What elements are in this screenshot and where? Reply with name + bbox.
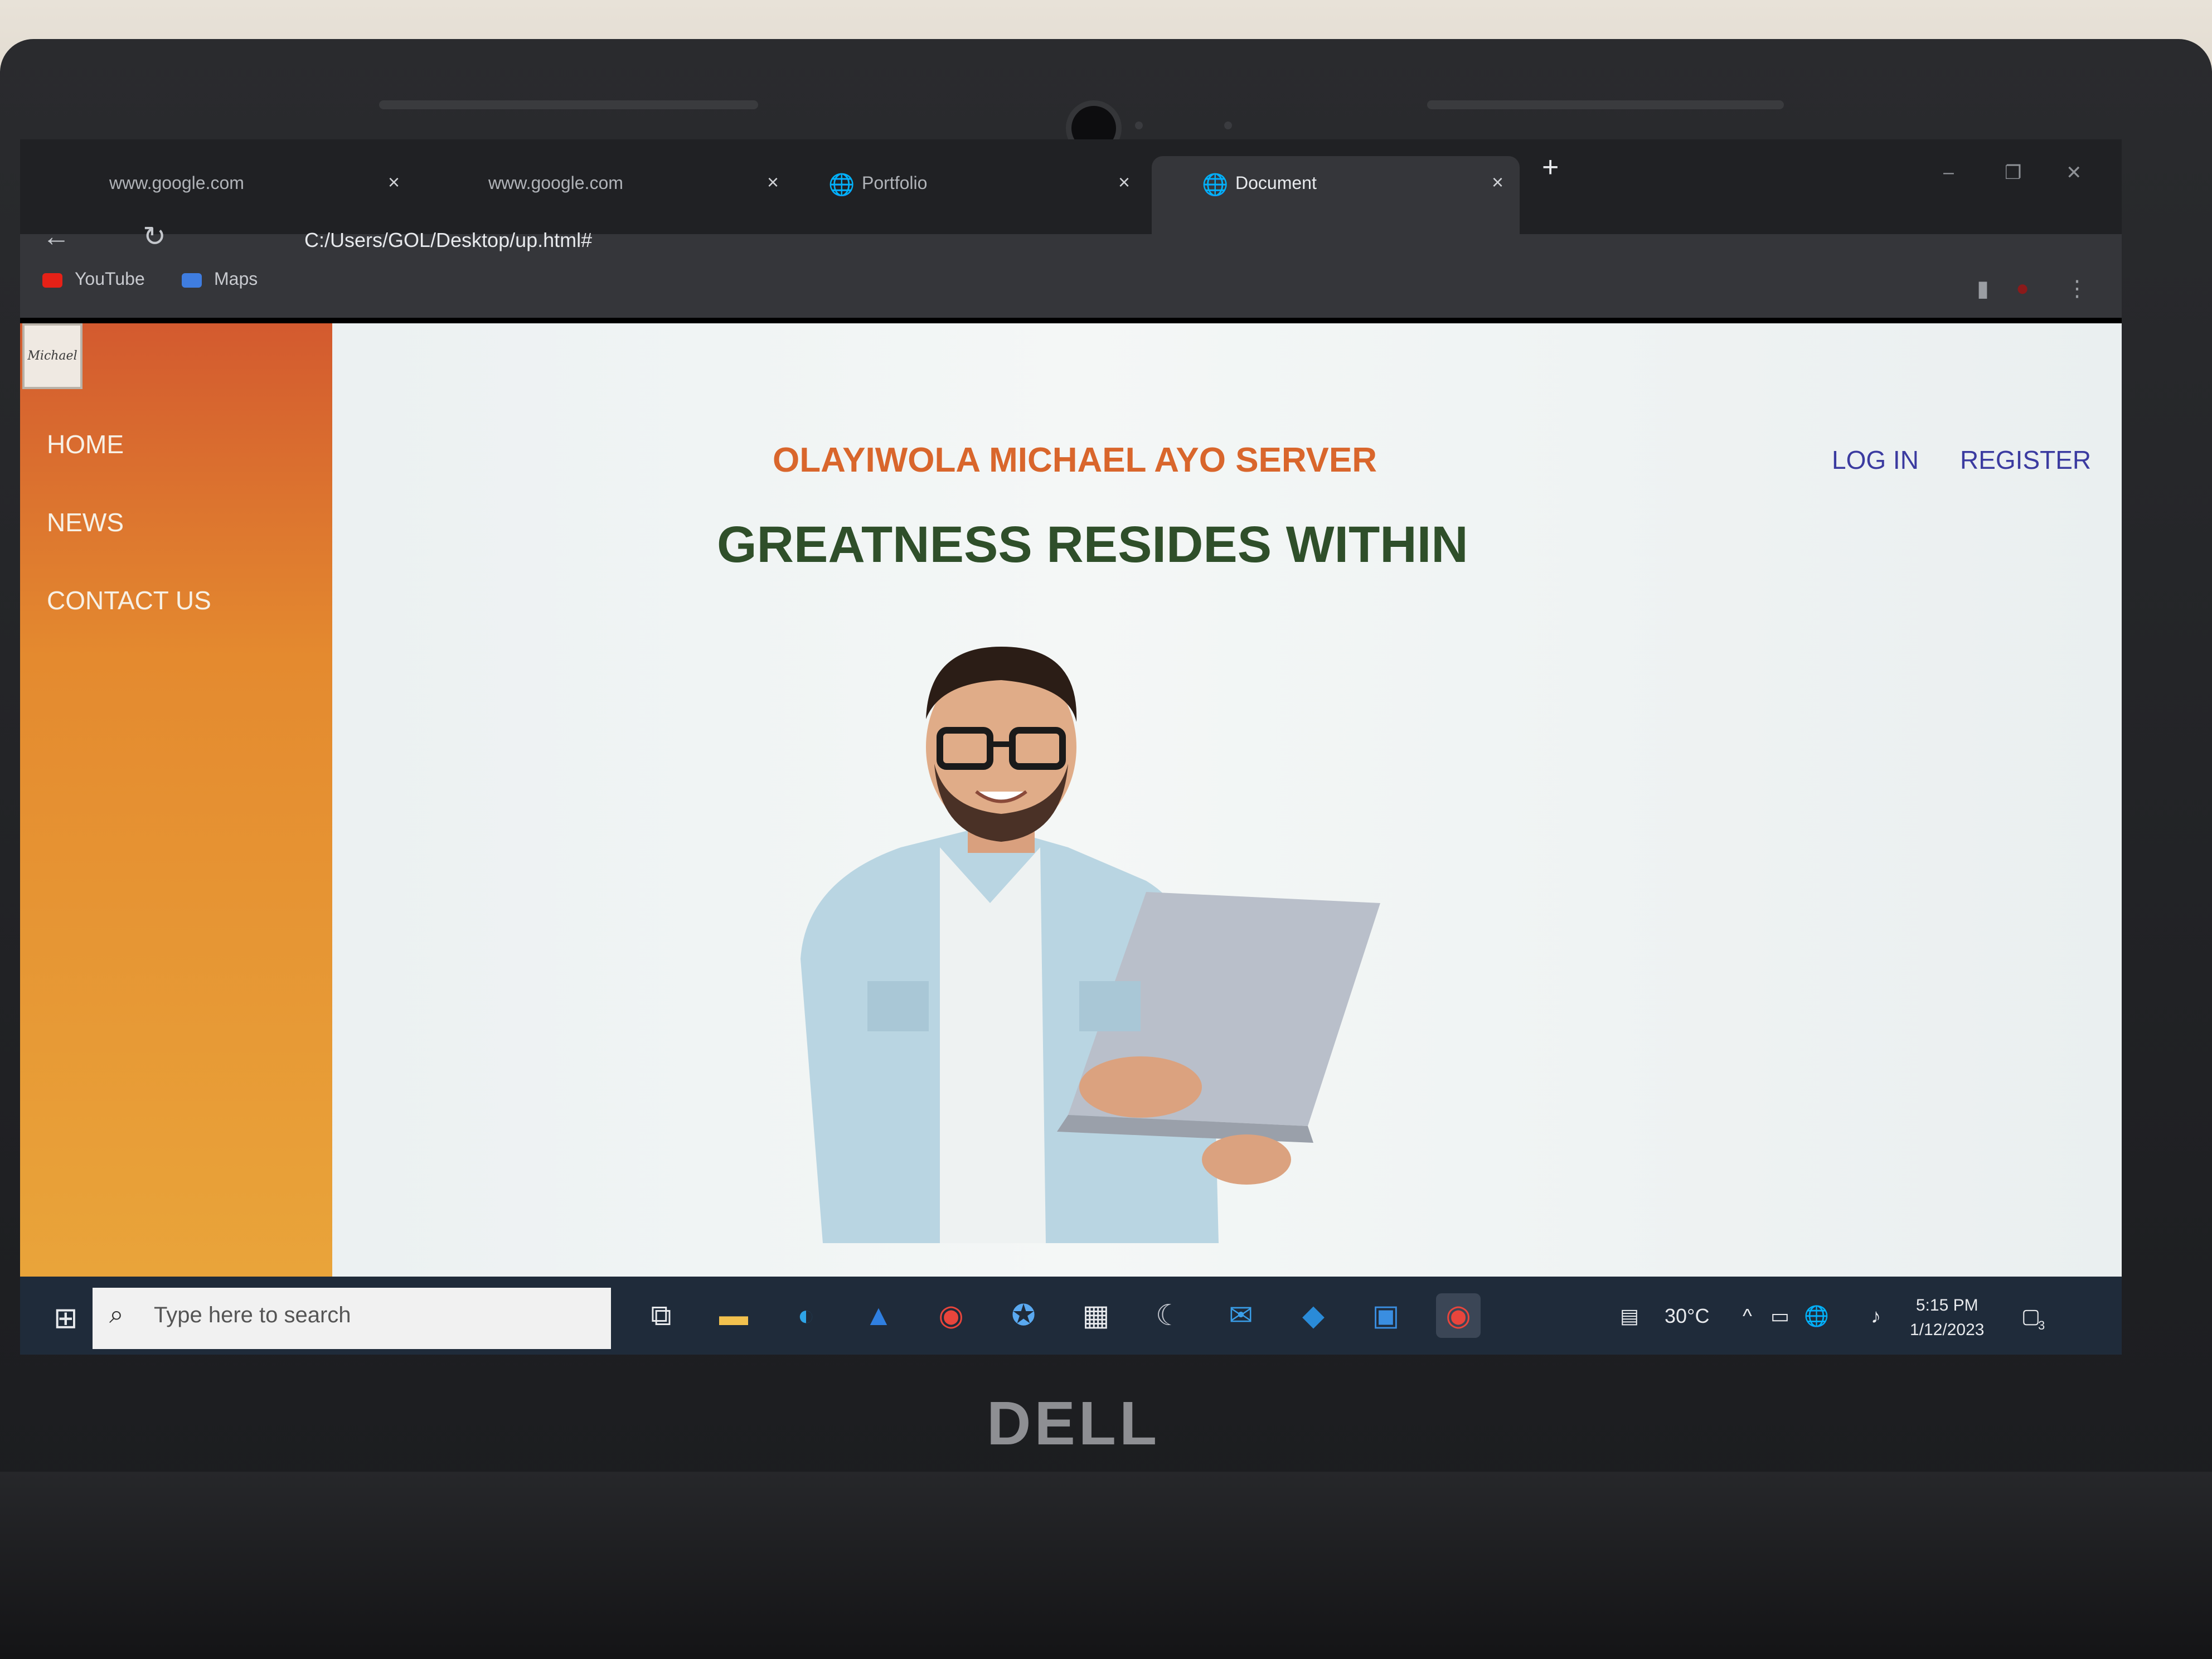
edge-icon[interactable]: ◐ xyxy=(784,1293,828,1338)
nav-news[interactable]: NEWS xyxy=(47,507,124,537)
tab-google-2[interactable]: www.google.com × xyxy=(410,156,779,234)
login-link[interactable]: LOG IN xyxy=(1832,445,1919,475)
chrome-icon[interactable]: ◉ xyxy=(929,1293,973,1338)
network-icon[interactable]: 🌐 xyxy=(1804,1304,1829,1328)
close-window-button[interactable]: ✕ xyxy=(2066,162,2082,184)
youtube-icon xyxy=(42,273,62,288)
clock-time: 5:15 PM xyxy=(1915,1296,1978,1314)
web-page: Michael HOME NEWS CONTACT US OLAYIWOLA M… xyxy=(20,323,2122,1277)
volume-icon[interactable]: ♪ xyxy=(1871,1304,1881,1328)
mail-icon[interactable]: ✉ xyxy=(1219,1293,1263,1338)
hero-image-man-with-laptop xyxy=(801,647,1380,1243)
search-input[interactable]: Type here to search xyxy=(154,1303,351,1328)
minimize-button[interactable]: – xyxy=(1943,162,1954,183)
nav-contact-us[interactable]: CONTACT US xyxy=(47,585,211,615)
clock-date: 1/12/2023 xyxy=(1910,1321,1985,1339)
webcam-sensor xyxy=(1224,122,1232,129)
file-explorer-icon[interactable]: ▬ xyxy=(711,1293,756,1338)
register-link[interactable]: REGISTER xyxy=(1960,445,2091,475)
bookmark-label: YouTube xyxy=(75,269,145,289)
safari-icon[interactable]: ✪ xyxy=(1001,1293,1046,1338)
tab-title: Document xyxy=(1235,173,1317,193)
app-icon[interactable]: ▲ xyxy=(856,1293,901,1338)
tab-close-icon[interactable]: × xyxy=(388,171,400,194)
chrome-active-icon[interactable]: ◉ xyxy=(1436,1293,1481,1338)
maps-icon xyxy=(182,273,202,288)
laptop-base xyxy=(0,1472,2212,1659)
webcam-light xyxy=(1135,122,1143,129)
screen: www.google.com × www.google.com × 🌐 Port… xyxy=(20,139,2122,1355)
tab-close-icon[interactable]: × xyxy=(1118,171,1130,194)
search-icon: ⌕ xyxy=(109,1299,124,1328)
bookmark-label: Maps xyxy=(214,269,258,289)
dell-logo: DELL xyxy=(987,1389,1161,1458)
nav-home[interactable]: HOME xyxy=(47,429,124,459)
photos-icon[interactable]: ▣ xyxy=(1364,1293,1408,1338)
site-logo[interactable]: Michael xyxy=(22,323,83,389)
notification-count: 3 xyxy=(2038,1318,2045,1332)
reload-button[interactable]: ↻ xyxy=(143,220,166,253)
bookmark-youtube[interactable]: YouTube xyxy=(42,269,145,289)
site-title: OLAYIWOLA MICHAEL AYO SERVER xyxy=(773,441,1377,479)
globe-icon: 🌐 xyxy=(828,173,855,197)
sidebar-toggle-icon[interactable]: ▮ xyxy=(1977,276,1989,302)
tab-title: Portfolio xyxy=(862,173,928,193)
bookmarks-bar xyxy=(20,262,2122,318)
profile-avatar[interactable]: ● xyxy=(2016,276,2029,301)
tray-chevron-icon[interactable]: ^ xyxy=(1743,1304,1752,1328)
tab-portfolio[interactable]: 🌐 Portfolio × xyxy=(778,156,1146,234)
menu-button[interactable]: ⋮ xyxy=(2066,276,2088,302)
temperature[interactable]: 30°C xyxy=(1665,1304,1709,1328)
speaker-grille-left xyxy=(379,100,758,109)
weather-icon[interactable]: ▤ xyxy=(1620,1304,1639,1328)
tab-google-1[interactable]: www.google.com × xyxy=(31,156,400,234)
notifications-icon[interactable]: ▢ xyxy=(2021,1304,2040,1328)
tab-close-icon[interactable]: × xyxy=(1492,171,1503,194)
system-clock[interactable]: 5:15 PM 1/12/2023 xyxy=(1910,1293,1984,1342)
bookmark-maps[interactable]: Maps xyxy=(182,269,258,289)
tab-close-icon[interactable]: × xyxy=(767,171,779,194)
restore-button[interactable]: ❐ xyxy=(2005,162,2021,184)
tab-title: www.google.com xyxy=(488,173,623,193)
globe-icon: 🌐 xyxy=(1202,173,1229,197)
phone-icon[interactable]: ☾ xyxy=(1146,1293,1191,1338)
windows-start-icon[interactable]: ⊞ xyxy=(54,1302,78,1335)
store-icon[interactable]: ▦ xyxy=(1074,1293,1118,1338)
tab-title: www.google.com xyxy=(109,173,244,193)
page-sidebar: Michael HOME NEWS CONTACT US xyxy=(20,323,332,1277)
back-button[interactable]: ← xyxy=(42,220,70,253)
speaker-grille-right xyxy=(1427,100,1784,109)
task-view-icon[interactable]: ⧉ xyxy=(639,1293,683,1338)
page-headline: GREATNESS RESIDES WITHIN xyxy=(717,516,1468,573)
battery-icon[interactable]: ▭ xyxy=(1770,1304,1789,1328)
vscode-icon[interactable]: ◆ xyxy=(1291,1293,1336,1338)
new-tab-button[interactable]: + xyxy=(1542,151,1559,184)
address-bar[interactable]: C:/Users/GOL/Desktop/up.html# xyxy=(304,229,592,252)
tab-document[interactable]: 🌐 Document × xyxy=(1152,156,1520,234)
